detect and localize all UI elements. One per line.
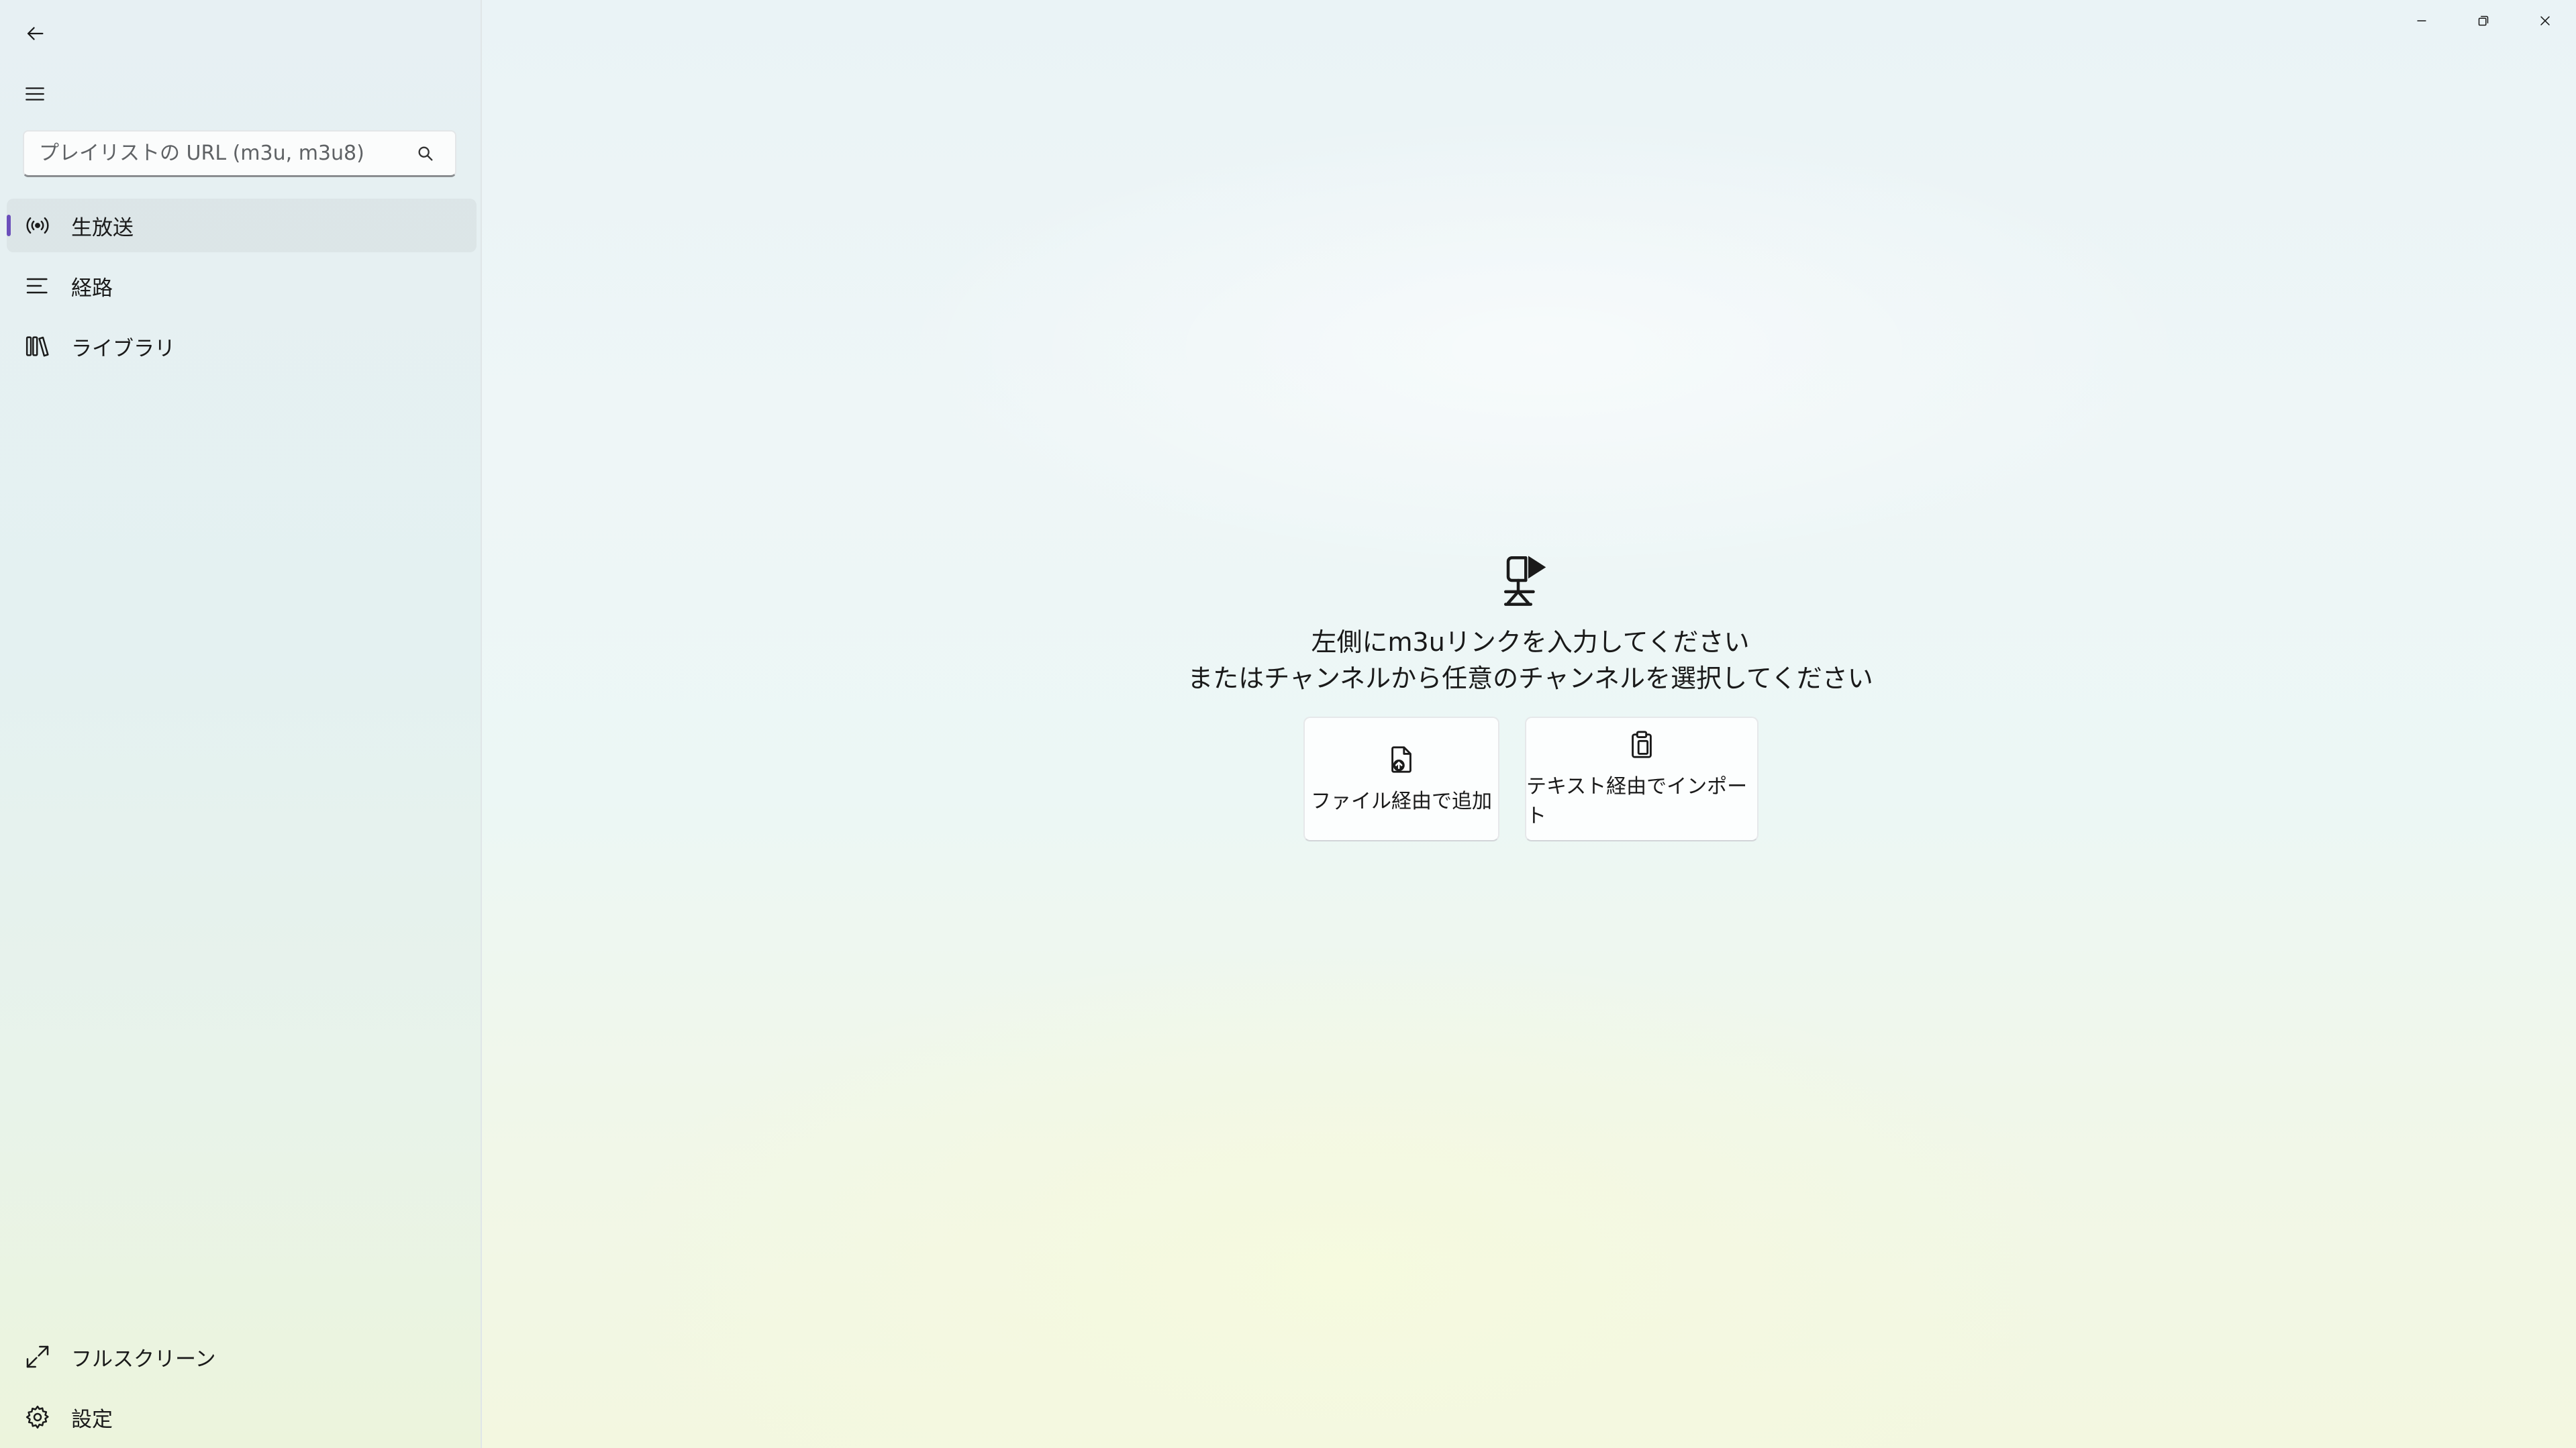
empty-state-message: 左側にm3uリンクを入力してください またはチャンネルから任意のチャンネルを選択… [1141, 624, 1920, 696]
nav-item-live[interactable]: 生放送 [7, 199, 477, 252]
add-via-file-button[interactable]: ファイル経由で追加 [1303, 717, 1499, 841]
live-broadcast-icon [17, 205, 58, 246]
restore-button[interactable] [2453, 0, 2514, 42]
empty-state-line1: 左側にm3uリンクを入力してください [1311, 627, 1750, 657]
restore-icon [2478, 15, 2489, 26]
add-file-icon [1391, 746, 1411, 773]
add-via-file-label: ファイル経由で追加 [1311, 790, 1492, 813]
menu-toggle-button[interactable] [8, 67, 62, 121]
import-via-text-button[interactable]: テキスト経由でインポート [1525, 717, 1758, 841]
navigation-pane: 生放送 経路 ライブラリ [0, 0, 482, 1448]
back-arrow-icon [27, 27, 44, 40]
list-lines-icon [17, 266, 58, 306]
library-icon [17, 326, 58, 366]
minimize-button[interactable] [2391, 0, 2453, 42]
nav-item-fullscreen[interactable]: フルスクリーン [7, 1330, 477, 1384]
nav-item-settings[interactable]: 設定 [7, 1390, 477, 1444]
selection-indicator [7, 215, 11, 236]
nav-label-fullscreen: フルスクリーン [71, 1347, 216, 1372]
close-button[interactable] [2514, 0, 2576, 42]
tv-play-icon [1504, 556, 1546, 606]
playlist-url-search-box [23, 130, 456, 177]
search-icon [418, 146, 433, 160]
nav-label-live: 生放送 [71, 215, 134, 240]
search-button[interactable] [405, 134, 446, 174]
nav-label-settings: 設定 [71, 1407, 113, 1432]
empty-state-line2: またはチャンネルから任意のチャンネルを選択してください [1187, 664, 1873, 693]
close-icon [2540, 16, 2550, 25]
nav-label-route: 経路 [71, 276, 113, 301]
hamburger-icon [26, 87, 44, 101]
back-button[interactable] [8, 7, 62, 60]
gear-icon [17, 1397, 58, 1437]
minimize-icon [2417, 20, 2426, 21]
fullscreen-icon [17, 1337, 58, 1377]
nav-label-library: ライブラリ [71, 336, 175, 361]
nav-item-library[interactable]: ライブラリ [7, 319, 477, 373]
nav-item-route[interactable]: 経路 [7, 259, 477, 313]
import-via-text-label: テキスト経由でインポート [1526, 775, 1748, 828]
clipboard-icon [1632, 731, 1652, 758]
app-window: 生放送 経路 ライブラリ [0, 0, 2576, 1448]
playlist-url-input[interactable] [24, 131, 405, 176]
